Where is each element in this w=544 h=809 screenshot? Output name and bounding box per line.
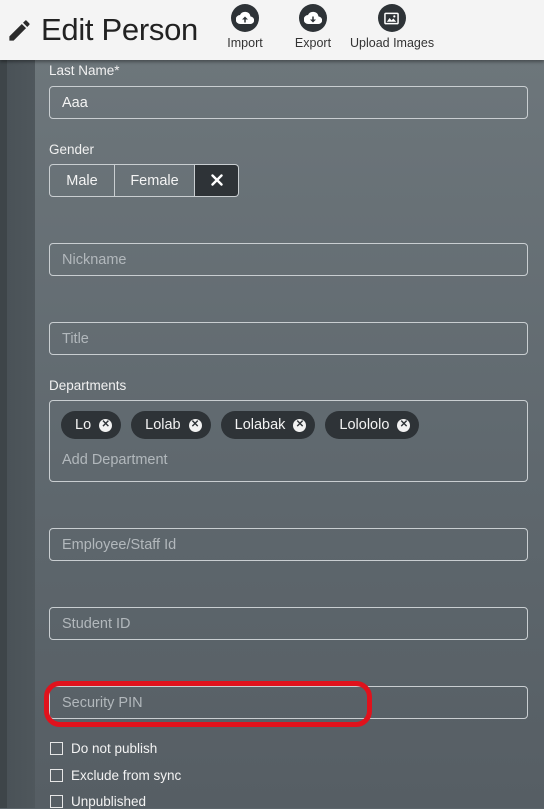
employee-id-input[interactable]	[49, 528, 528, 561]
department-tag-label: Lolololo	[339, 417, 390, 433]
add-department-input[interactable]: Add Department	[62, 452, 168, 468]
upload-images-label: Upload Images	[350, 36, 435, 50]
last-name-label: Last Name*	[49, 63, 120, 78]
gender-clear-button[interactable]	[195, 164, 239, 197]
checkbox-label: Exclude from sync	[71, 768, 182, 783]
exclude-from-sync-checkbox[interactable]: Exclude from sync	[50, 768, 181, 783]
department-tag: Lolabak ✕	[220, 411, 316, 439]
page-title: Edit Person	[41, 12, 198, 47]
remove-tag-icon[interactable]: ✕	[188, 418, 202, 432]
upload-images-button[interactable]: Upload Images	[350, 4, 435, 50]
unpublished-checkbox[interactable]: Unpublished	[50, 794, 146, 809]
pencil-icon	[6, 17, 33, 44]
nickname-input[interactable]	[49, 243, 528, 276]
departments-label: Departments	[49, 378, 127, 393]
gender-selector: Male Female	[49, 164, 239, 197]
department-tag: Lolololo ✕	[325, 411, 420, 439]
checkbox-box[interactable]	[50, 742, 63, 755]
image-icon	[377, 4, 406, 32]
department-tag-label: Lolab	[145, 417, 181, 433]
remove-tag-icon[interactable]: ✕	[397, 418, 411, 432]
export-label: Export	[294, 36, 332, 50]
do-not-publish-checkbox[interactable]: Do not publish	[50, 741, 157, 756]
student-id-input[interactable]	[49, 607, 528, 640]
export-button[interactable]: Export	[293, 4, 333, 50]
checkbox-box[interactable]	[50, 795, 63, 808]
checkbox-box[interactable]	[50, 769, 63, 782]
gender-label: Gender	[49, 142, 95, 157]
checkbox-label: Unpublished	[71, 794, 147, 809]
last-name-input[interactable]	[49, 86, 528, 119]
departments-field[interactable]: Lo ✕ Lolab ✕ Lolabak ✕ Lolololo ✕ Add De…	[49, 400, 528, 482]
department-tag: Lolab ✕	[131, 411, 211, 439]
gender-male-button[interactable]: Male	[49, 164, 115, 197]
close-icon	[210, 171, 223, 191]
department-tag: Lo ✕	[61, 411, 122, 439]
import-button[interactable]: Import	[224, 4, 266, 50]
remove-tag-icon[interactable]: ✕	[293, 418, 307, 432]
cloud-upload-icon	[231, 4, 259, 32]
checkbox-label: Do not publish	[71, 741, 158, 756]
security-pin-input[interactable]	[49, 686, 528, 719]
gender-female-button[interactable]: Female	[115, 164, 195, 197]
department-tag-label: Lolabak	[234, 417, 286, 433]
side-strip	[0, 60, 35, 808]
import-label: Import	[227, 36, 263, 50]
department-tags: Lo ✕ Lolab ✕ Lolabak ✕ Lolololo ✕	[61, 411, 429, 439]
title-input[interactable]	[49, 322, 528, 355]
title-area: Edit Person	[6, 12, 198, 48]
remove-tag-icon[interactable]: ✕	[99, 418, 113, 432]
cloud-download-icon	[299, 4, 327, 32]
header-bar: Edit Person Import Export Upload Images	[0, 0, 544, 60]
department-tag-label: Lo	[75, 417, 92, 433]
